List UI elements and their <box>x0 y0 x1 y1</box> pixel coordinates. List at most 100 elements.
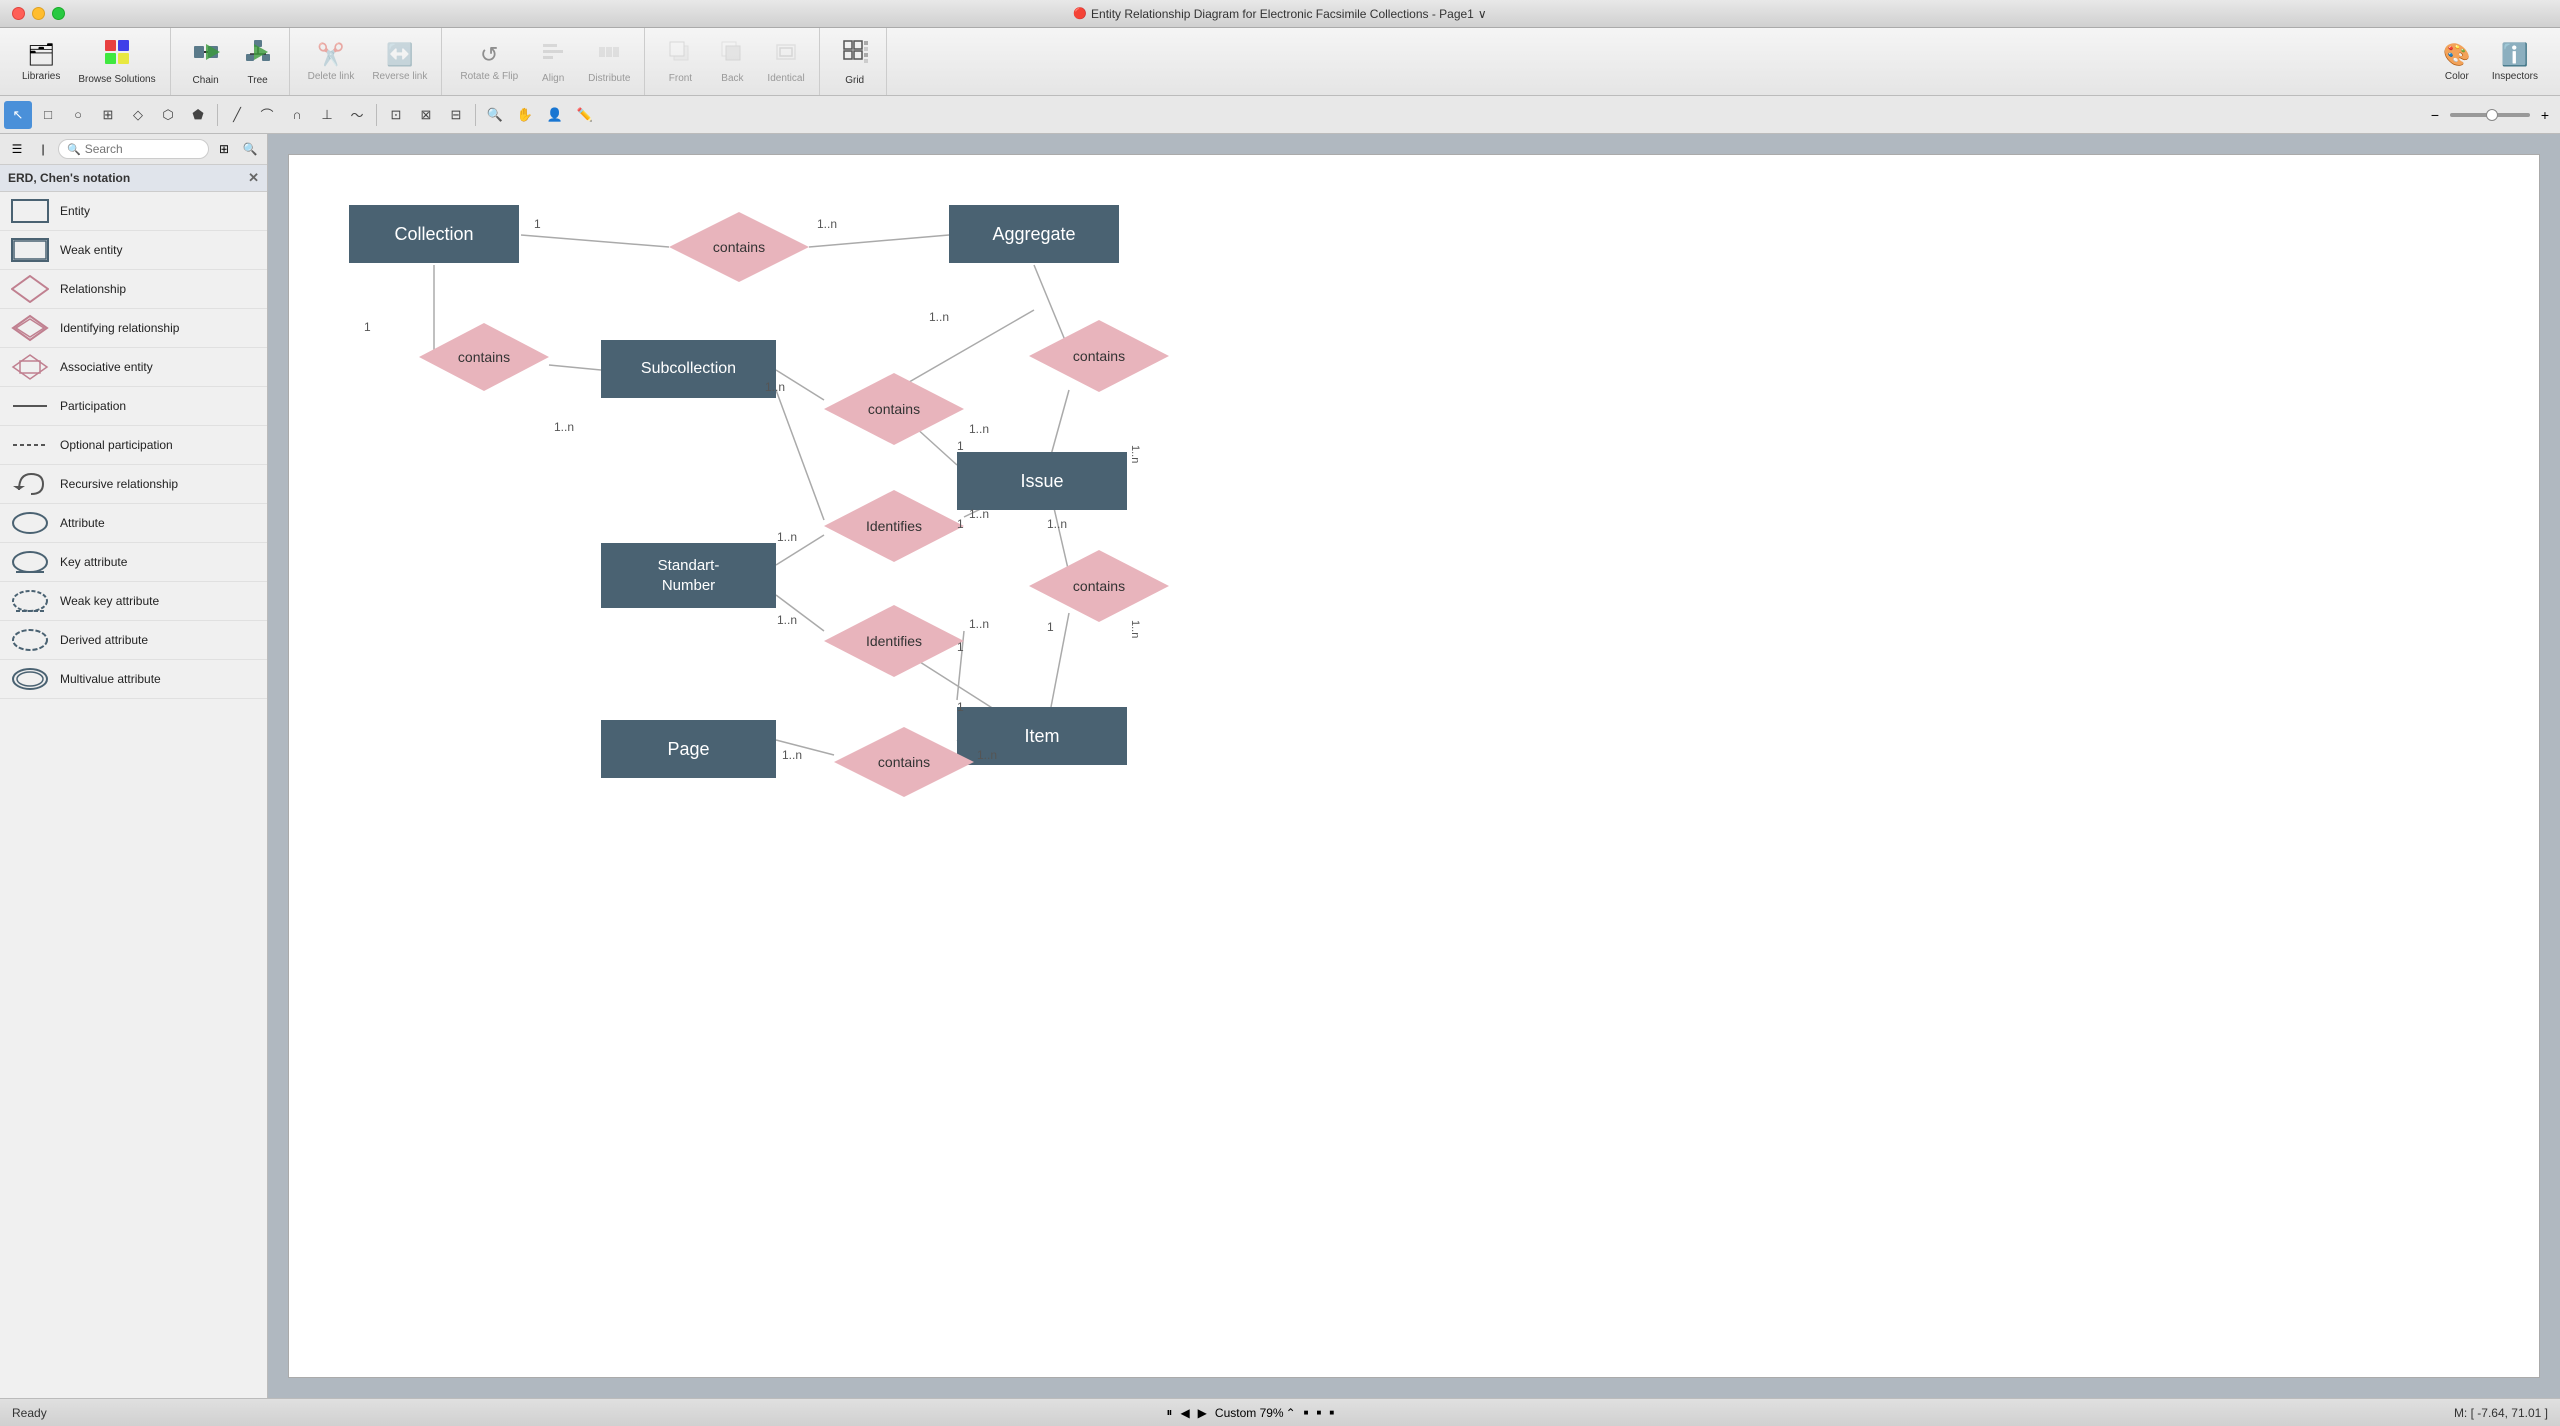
entity-aggregate[interactable]: Aggregate <box>949 205 1119 263</box>
shape-item-optional-part[interactable]: Optional participation <box>0 426 267 465</box>
table-tool[interactable]: ⊞ <box>94 101 122 129</box>
multivalue-preview <box>10 665 50 693</box>
shape-item-attribute[interactable]: Attribute <box>0 504 267 543</box>
card-1n-aggregate: 1..n <box>817 217 837 231</box>
panel-search-toggle[interactable]: 🔍 <box>239 138 261 160</box>
rel-contains-right-top[interactable]: contains <box>1029 320 1169 392</box>
align-button[interactable]: Align <box>528 36 578 88</box>
main-toolbar: 🗂 Libraries Browse Solutions <box>0 28 2560 96</box>
arc-tool[interactable]: ∩ <box>283 101 311 129</box>
shape-item-weak-entity[interactable]: Weak entity <box>0 231 267 270</box>
page-ind-1[interactable]: ■ <box>1304 1408 1309 1417</box>
curve-tool[interactable]: ⌒ <box>253 101 281 129</box>
shape-item-identifying-rel[interactable]: Identifying relationship <box>0 309 267 348</box>
front-button[interactable]: Front <box>655 36 705 88</box>
search-icon: 🔍 <box>67 143 81 156</box>
rel-contains-top[interactable]: contains <box>669 212 809 282</box>
reverse-link-button[interactable]: ↔️ Reverse link <box>364 38 435 86</box>
minimize-button[interactable] <box>32 7 45 20</box>
shape-item-derived-attr[interactable]: Derived attribute <box>0 621 267 660</box>
toolbar-grid-group: Grid <box>824 28 887 95</box>
panel-list-view[interactable]: ☰ <box>6 138 28 160</box>
shape-item-recursive-rel[interactable]: Recursive relationship <box>0 465 267 504</box>
ellipse-tool[interactable]: ○ <box>64 101 92 129</box>
group2-tool[interactable]: ⊠ <box>412 101 440 129</box>
rel-contains-left[interactable]: contains <box>419 323 549 391</box>
close-button[interactable] <box>12 7 25 20</box>
group3-tool[interactable]: ⊟ <box>442 101 470 129</box>
zoom-slider[interactable] <box>2450 113 2530 117</box>
zoom-label[interactable]: Custom 79% ⌃ <box>1215 1406 1296 1420</box>
entity-label: Entity <box>60 204 90 218</box>
page-ind-2[interactable]: ■ <box>1317 1408 1322 1417</box>
pause-btn[interactable]: ⏸ <box>1166 1405 1172 1420</box>
identical-button[interactable]: Identical <box>759 36 812 88</box>
tool-sep2 <box>376 104 377 126</box>
color-button[interactable]: 🎨 Color <box>2432 38 2482 86</box>
shape-item-associative[interactable]: Associative entity <box>0 348 267 387</box>
zoom-in-button[interactable]: + <box>2534 104 2556 126</box>
entity-standart-number[interactable]: Standart-Number <box>601 543 776 608</box>
prev-page-btn[interactable]: ◀ <box>1180 1406 1189 1420</box>
distribute-button[interactable]: Distribute <box>580 36 638 88</box>
rel-identifies-top[interactable]: Identifies <box>824 490 964 562</box>
browse-solutions-button[interactable]: Browse Solutions <box>70 34 163 89</box>
shape-item-relationship[interactable]: Relationship <box>0 270 267 309</box>
delete-link-button[interactable]: ✂️ Delete link <box>300 38 363 86</box>
bezier-tool[interactable]: 〜 <box>343 101 371 129</box>
identifying-rel-preview <box>10 314 50 342</box>
rect-tool[interactable]: □ <box>34 101 62 129</box>
select-tool[interactable]: ↖ <box>4 101 32 129</box>
pen-tool[interactable]: ✏️ <box>571 101 599 129</box>
pan-tool[interactable]: ✋ <box>511 101 539 129</box>
shape2-tool[interactable]: ⬡ <box>154 101 182 129</box>
entity-page-label: Page <box>667 739 709 760</box>
entity-page[interactable]: Page <box>601 720 776 778</box>
chain-button[interactable]: Chain <box>181 34 231 90</box>
connector-tool[interactable]: ⊥ <box>313 101 341 129</box>
page-ind-3[interactable]: ■ <box>1329 1408 1334 1417</box>
entity-issue[interactable]: Issue <box>957 452 1127 510</box>
rel-contains-mid[interactable]: contains <box>824 373 964 445</box>
inspectors-button[interactable]: ℹ️ Inspectors <box>2484 38 2546 86</box>
panel-grid-view[interactable]: ⊞ <box>213 138 235 160</box>
zoom-thumb[interactable] <box>2486 109 2498 121</box>
shape-item-multivalue[interactable]: Multivalue attribute <box>0 660 267 699</box>
rel-contains-right-mid[interactable]: contains <box>1029 550 1169 622</box>
category-close[interactable]: ✕ <box>248 170 259 186</box>
rotate-flip-button[interactable]: ↺ Rotate & Flip <box>452 38 526 86</box>
shape-item-weak-key[interactable]: Weak key attribute <box>0 582 267 621</box>
rel-contains-bottom[interactable]: contains <box>834 727 974 797</box>
entity-subcollection[interactable]: Subcollection <box>601 340 776 398</box>
rel-identifies-bot[interactable]: Identifies <box>824 605 964 677</box>
entity-collection[interactable]: Collection <box>349 205 519 263</box>
back-button[interactable]: Back <box>707 36 757 88</box>
toolbar-link-group: ✂️ Delete link ↔️ Reverse link <box>294 28 443 95</box>
rel-contains-left-label: contains <box>458 349 510 365</box>
zoom-out-button[interactable]: − <box>2424 104 2446 126</box>
toolbar-transform-group: ↺ Rotate & Flip Align Distribute <box>446 28 645 95</box>
shape1-tool[interactable]: ◇ <box>124 101 152 129</box>
next-page-btn[interactable]: ▶ <box>1198 1406 1207 1420</box>
shape-item-participation[interactable]: Participation <box>0 387 267 426</box>
maximize-button[interactable] <box>52 7 65 20</box>
bottom-controls: ⏸ ◀ ▶ Custom 79% ⌃ ■ ■ ■ <box>1166 1405 1334 1420</box>
libraries-button[interactable]: 🗂 Libraries <box>14 38 68 86</box>
person-tool[interactable]: 👤 <box>541 101 569 129</box>
shape-item-entity[interactable]: Entity <box>0 192 267 231</box>
shape-item-key-attr[interactable]: Key attribute <box>0 543 267 582</box>
tree-button[interactable]: Tree <box>233 34 283 90</box>
zoom-out-view[interactable]: 🔍 <box>481 101 509 129</box>
traffic-lights <box>12 7 65 20</box>
search-input[interactable] <box>85 142 200 156</box>
diagram-canvas[interactable]: Collection Aggregate Subcollection Issue… <box>288 154 2540 1378</box>
line-tool[interactable]: ╱ <box>223 101 251 129</box>
shape3-tool[interactable]: ⬟ <box>184 101 212 129</box>
group1-tool[interactable]: ⊡ <box>382 101 410 129</box>
rel-contains-bottom-label: contains <box>878 754 930 770</box>
grid-button[interactable]: Grid <box>830 34 880 90</box>
entity-aggregate-label: Aggregate <box>992 224 1075 245</box>
card-1n-contains-mid-diag: 1..n <box>969 422 989 436</box>
associative-label: Associative entity <box>60 360 153 374</box>
canvas-area[interactable]: Collection Aggregate Subcollection Issue… <box>268 134 2560 1398</box>
